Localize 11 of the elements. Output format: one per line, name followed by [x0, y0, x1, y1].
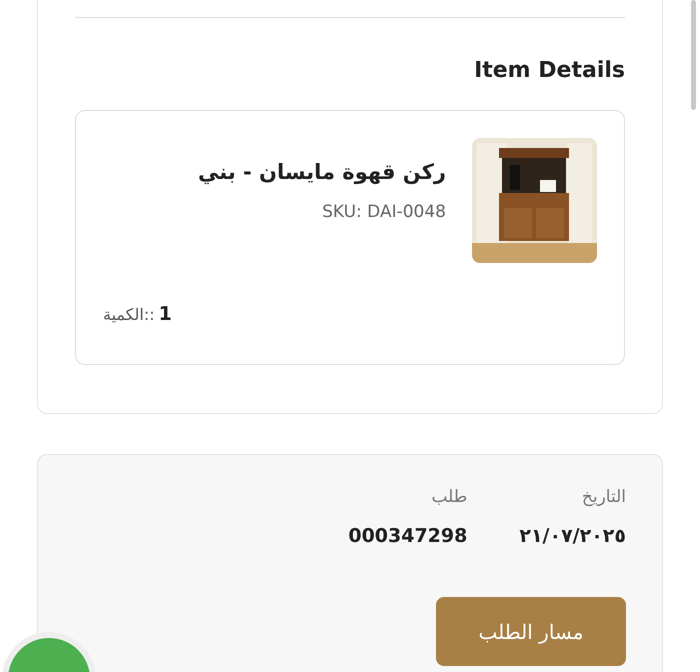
field-label: طلب	[430, 487, 468, 507]
field-value: 000347298	[348, 525, 468, 547]
scrollbar[interactable]	[691, 0, 696, 110]
field-label: التاريخ	[580, 487, 626, 507]
quantity-value: 1	[158, 303, 172, 325]
track-order-button[interactable]: مسار الطلب	[436, 597, 626, 666]
section-title: Item Details	[473, 57, 625, 85]
sku-text: SKU: DAI-0048	[321, 202, 446, 222]
field-value: ٢١/٠٧/٢٠٢٥	[519, 525, 626, 547]
quantity-label: الكمية::	[103, 305, 155, 324]
product-name: ركن قهوة مايسان - بني	[198, 160, 446, 184]
